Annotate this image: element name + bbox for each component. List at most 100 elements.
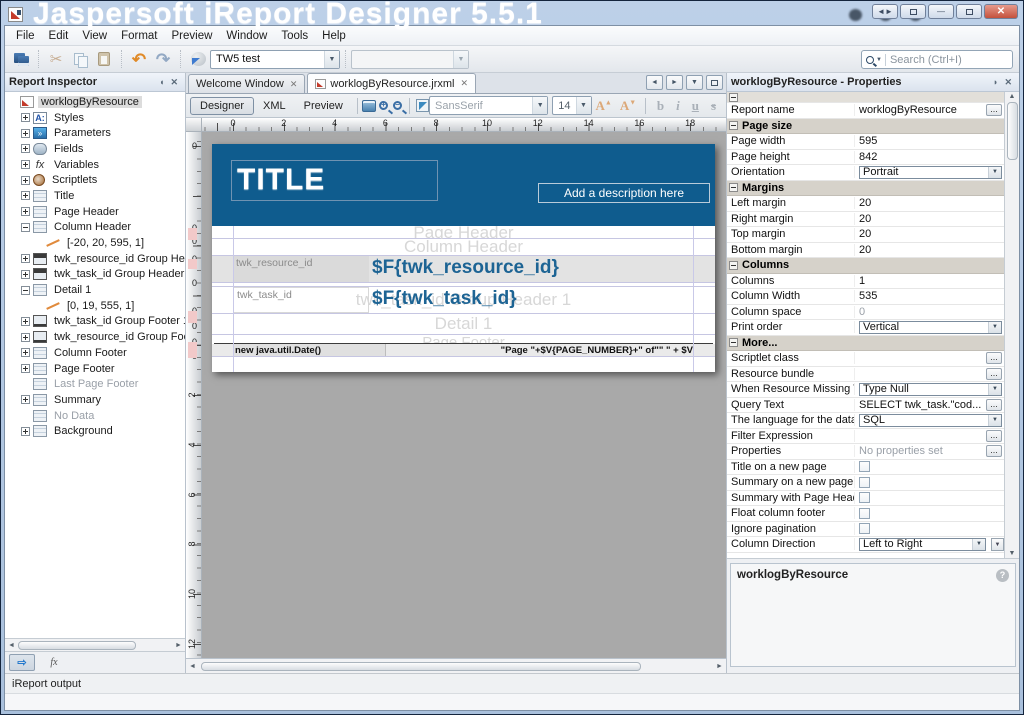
property-checkbox[interactable] bbox=[859, 461, 870, 472]
property-checkbox[interactable] bbox=[859, 477, 870, 488]
datasource-combobox[interactable]: TW5 test ▼ bbox=[210, 50, 340, 69]
property-section-more-[interactable]: More... bbox=[727, 336, 1004, 352]
restore-group-icon[interactable] bbox=[900, 4, 926, 19]
page-number-field[interactable]: "Page "+$V{PAGE_NUMBER}+" of"" " + $V bbox=[501, 344, 693, 357]
underline-button[interactable]: u bbox=[686, 98, 705, 114]
collapse-icon[interactable] bbox=[729, 121, 738, 130]
tree-item-parameters[interactable]: »Parameters bbox=[5, 125, 185, 141]
ellipsis-button[interactable]: ... bbox=[986, 352, 1002, 364]
expand-icon[interactable] bbox=[21, 333, 30, 342]
title-textfield[interactable]: TITLE bbox=[231, 160, 438, 201]
save-all-button[interactable] bbox=[9, 48, 33, 70]
expand-icon[interactable] bbox=[21, 129, 30, 138]
copy-button[interactable] bbox=[68, 48, 92, 70]
property-section-columns[interactable]: Columns bbox=[727, 258, 1004, 274]
tree-item--20-20-595-1-[interactable]: [-20, 20, 595, 1] bbox=[5, 235, 185, 251]
tree-item-summary[interactable]: Summary bbox=[5, 392, 185, 408]
ellipsis-button[interactable]: ... bbox=[986, 430, 1002, 442]
property-value[interactable]: 20 bbox=[859, 244, 1004, 256]
tabs-list-button[interactable]: ▼ bbox=[686, 75, 703, 90]
paste-button[interactable] bbox=[92, 48, 116, 70]
property-value[interactable]: 1 bbox=[859, 275, 1004, 287]
font-size-combobox[interactable]: 14 ▼ bbox=[552, 96, 591, 115]
task-group-header-band[interactable]: twk_task_id Group Header 1 twk_task_id $… bbox=[212, 287, 715, 314]
expand-icon[interactable] bbox=[21, 160, 30, 169]
property-section-margins[interactable]: Margins bbox=[727, 181, 1004, 197]
tree-item-worklogbyresource[interactable]: worklogByResource bbox=[5, 94, 185, 110]
description-textfield[interactable]: Add a description here bbox=[538, 183, 710, 203]
tree-item-variables[interactable]: fxVariables bbox=[5, 157, 185, 173]
scroll-left-icon[interactable]: ◄ bbox=[5, 639, 18, 651]
editor-hscrollbar[interactable]: ◄ ► bbox=[186, 658, 726, 673]
maximize-button[interactable] bbox=[956, 4, 982, 19]
collapse-icon[interactable] bbox=[729, 183, 738, 192]
property-value[interactable]: SELECT twk_task."cod... bbox=[859, 399, 983, 411]
mode-preview-button[interactable]: Preview bbox=[295, 98, 352, 114]
secondary-combobox[interactable]: ▼ bbox=[351, 50, 469, 69]
search-box[interactable]: ▼ bbox=[861, 50, 1013, 69]
task-field[interactable]: $F{twk_task_id} bbox=[372, 288, 517, 310]
date-expression-field[interactable]: new java.util.Date() bbox=[233, 344, 386, 356]
dock-minimize-icon[interactable]: ◖ bbox=[156, 77, 167, 87]
scroll-thumb[interactable] bbox=[18, 641, 136, 650]
property-value[interactable]: worklogByResource bbox=[859, 104, 983, 116]
collapse-icon[interactable] bbox=[729, 338, 738, 347]
expand-icon[interactable] bbox=[21, 144, 30, 153]
tree-item-title[interactable]: Title bbox=[5, 188, 185, 204]
tab-welcome-window[interactable]: Welcome Window✕ bbox=[188, 74, 305, 93]
scroll-thumb[interactable] bbox=[201, 662, 641, 671]
editor-maximize-button[interactable] bbox=[706, 75, 723, 90]
tab-worklogbyresource-jrxml[interactable]: worklogByResource.jrxml✕ bbox=[307, 73, 476, 93]
tab-close-icon[interactable]: ✕ bbox=[460, 78, 468, 89]
tree-item-column-header[interactable]: Column Header bbox=[5, 220, 185, 236]
cut-button[interactable]: ✂ bbox=[44, 48, 68, 70]
title-band[interactable]: TITLE Add a description here bbox=[212, 144, 715, 226]
bold-button[interactable]: b bbox=[651, 98, 670, 114]
compat-buttons-icon[interactable]: ◄► bbox=[872, 4, 898, 19]
expand-icon[interactable] bbox=[21, 364, 30, 373]
expand-icon[interactable] bbox=[21, 317, 30, 326]
scroll-left-icon[interactable]: ◄ bbox=[186, 659, 199, 673]
dock-pin-icon[interactable]: ◗ bbox=[990, 77, 1001, 87]
property-select[interactable]: Left to Right▼ bbox=[859, 538, 986, 551]
tree-item-twk_task_id-group-footer-1[interactable]: twk_task_id Group Footer 1 bbox=[5, 314, 185, 330]
decrease-font-button[interactable]: A▼ bbox=[616, 98, 640, 114]
tree-item--0-19-555-1-[interactable]: [0, 19, 555, 1] bbox=[5, 298, 185, 314]
detail-band[interactable]: Detail 1 bbox=[212, 314, 715, 335]
expand-icon[interactable] bbox=[21, 395, 30, 404]
expand-icon[interactable] bbox=[21, 176, 30, 185]
mode-designer-button[interactable]: Designer bbox=[190, 97, 254, 115]
expand-icon[interactable] bbox=[21, 191, 30, 200]
design-canvas[interactable]: TITLE Add a description here Page Header… bbox=[202, 132, 726, 658]
tabs-scroll-left-button[interactable]: ◄ bbox=[646, 75, 663, 90]
collapse-icon[interactable] bbox=[729, 261, 738, 270]
property-value[interactable]: 535 bbox=[859, 290, 1004, 302]
zoom-in-button[interactable]: + bbox=[376, 97, 390, 115]
column-header-band[interactable]: Column Header bbox=[212, 239, 715, 256]
scroll-up-icon[interactable]: ▲ bbox=[1009, 93, 1016, 100]
property-value[interactable]: 842 bbox=[859, 151, 1004, 163]
page-header-band[interactable]: Page Header bbox=[212, 226, 715, 239]
property-select[interactable]: Vertical▼ bbox=[859, 321, 1002, 334]
filter-variables-button[interactable]: fx bbox=[41, 654, 67, 671]
tree-item-scriptlets[interactable]: Scriptlets bbox=[5, 172, 185, 188]
tree-item-twk_resource_id-group-footer[interactable]: twk_resource_id Group Footer bbox=[5, 329, 185, 345]
property-checkbox[interactable] bbox=[859, 508, 870, 519]
tree-item-page-header[interactable]: Page Header bbox=[5, 204, 185, 220]
ellipsis-button[interactable]: ... bbox=[986, 445, 1002, 457]
report-page[interactable]: TITLE Add a description here Page Header… bbox=[212, 144, 715, 372]
property-select[interactable]: SQL▼ bbox=[859, 414, 1002, 427]
collapse-icon[interactable] bbox=[21, 286, 30, 295]
page-footer-band[interactable]: Page Footer bbox=[212, 335, 715, 343]
strikethrough-button[interactable]: s bbox=[705, 98, 722, 114]
property-section-page-size[interactable]: Page size bbox=[727, 119, 1004, 135]
ellipsis-button[interactable]: ... bbox=[986, 399, 1002, 411]
ellipsis-button[interactable]: ... bbox=[986, 104, 1002, 116]
page-format-button[interactable] bbox=[362, 97, 376, 115]
expand-icon[interactable] bbox=[21, 207, 30, 216]
font-family-combobox[interactable]: SansSerif ▼ bbox=[429, 96, 548, 115]
property-value[interactable]: 20 bbox=[859, 228, 1004, 240]
footer-fields-band[interactable]: new java.util.Date() "Page "+$V{PAGE_NUM… bbox=[212, 344, 715, 357]
dock-close-icon[interactable]: ✕ bbox=[1001, 77, 1015, 88]
filter-parameters-button[interactable]: ⇨ bbox=[9, 654, 35, 671]
